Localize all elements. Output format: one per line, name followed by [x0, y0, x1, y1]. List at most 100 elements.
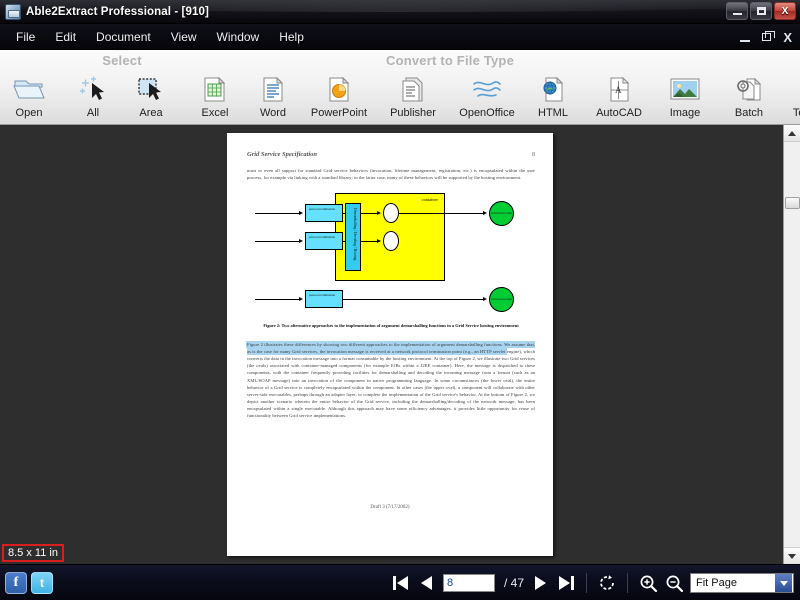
diagram-arrowhead: [299, 211, 303, 215]
menu-bar: File Edit Document View Window Help X: [0, 24, 800, 50]
toolbar-label-autocad: AutoCAD: [596, 107, 642, 119]
diagram-arrowhead: [299, 239, 303, 243]
toolbar-button-image[interactable]: Image: [656, 58, 714, 124]
toolbar-label-open: Open: [16, 107, 43, 119]
last-page-button[interactable]: [556, 573, 576, 593]
toolbar-group-tell-a-friend: Tell a friend: [784, 50, 800, 124]
scrollbar-track[interactable]: [784, 142, 800, 547]
toolbar-button-tell-a-friend[interactable]: Tell a friend: [784, 58, 800, 124]
document-canvas[interactable]: Grid Service Specification 8 must or eve…: [0, 125, 783, 564]
first-page-button[interactable]: [391, 573, 411, 593]
chevron-down-icon[interactable]: [775, 574, 792, 592]
page-header-title: Grid Service Specification: [247, 151, 317, 158]
diagram-protocol-box-2: protocol termination: [305, 232, 343, 250]
diagram-line: [399, 213, 483, 214]
mdi-restore-button[interactable]: [762, 33, 771, 41]
previous-page-button[interactable]: [417, 573, 437, 593]
diagram-protocol-box-3: protocol termination: [305, 290, 343, 308]
diagram-arrowhead: [299, 297, 303, 301]
scroll-down-button[interactable]: [784, 547, 800, 564]
toolbar-button-autocad[interactable]: A AutoCAD: [582, 58, 656, 124]
facebook-icon[interactable]: f: [5, 572, 27, 594]
toolbar-button-select-area[interactable]: Area: [122, 58, 180, 124]
menu-item-edit[interactable]: Edit: [45, 27, 86, 47]
toolbar-label-word: Word: [260, 107, 286, 119]
toolbar-label-select-area: Area: [139, 107, 162, 119]
diagram-protocol-box-1: protocol termination: [305, 204, 343, 222]
toolbar-label-openoffice: OpenOffice: [459, 107, 514, 119]
maximize-button[interactable]: [750, 2, 772, 20]
twitter-icon[interactable]: t: [31, 572, 53, 594]
toolbar-group-convert: Convert to File Type Excel: [186, 50, 714, 124]
minimize-button[interactable]: [726, 2, 748, 20]
diagram-line: [255, 241, 299, 242]
toolbar-label-html: HTML: [538, 107, 568, 119]
page-number-input[interactable]: [443, 574, 495, 592]
social-links: f t: [0, 572, 53, 594]
diagram-demarshal-label: Demarshalling / Decoding / Routing: [353, 208, 357, 260]
diagram-container-label: container: [422, 197, 438, 202]
toolbar-button-html[interactable]: HTML: [524, 58, 582, 124]
zoom-out-icon: [665, 574, 684, 593]
nav-separator: [627, 573, 628, 593]
select-all-icon: [76, 74, 110, 104]
page-footer: Draft 3 (7/17/2002): [227, 505, 553, 510]
diagram-demarshal-box: Demarshalling / Decoding / Routing: [345, 203, 361, 271]
last-page-icon: [571, 576, 574, 590]
publisher-icon: [396, 74, 430, 104]
scroll-up-button[interactable]: [784, 125, 800, 142]
scrollbar-thumb[interactable]: [785, 197, 800, 209]
vertical-scrollbar[interactable]: [783, 125, 800, 564]
toolbar-button-powerpoint[interactable]: PowerPoint: [302, 58, 376, 124]
next-page-button[interactable]: [530, 573, 550, 593]
menu-item-view[interactable]: View: [161, 27, 207, 47]
toolbar-button-openoffice[interactable]: OpenOffice: [450, 58, 524, 124]
window-title: Able2Extract Professional - [910]: [26, 6, 209, 18]
minimize-icon: [733, 13, 742, 15]
menu-item-help[interactable]: Help: [269, 27, 314, 47]
menu-item-window[interactable]: Window: [207, 27, 270, 47]
rotate-page-button[interactable]: [597, 573, 617, 593]
open-folder-icon: [12, 74, 46, 104]
toolbar-button-batch[interactable]: Batch: [720, 58, 778, 124]
toolbar-button-publisher[interactable]: Publisher: [376, 58, 450, 124]
page-body-rest: engine), which converts the data in the …: [247, 349, 535, 418]
zoom-in-icon: [639, 574, 658, 593]
powerpoint-icon: [322, 74, 356, 104]
toolbar-group-open: Open: [0, 50, 58, 124]
page-total-label: / 47: [504, 576, 524, 590]
figure-diagram: container protocol termination protocol …: [247, 191, 535, 319]
page-body-text: Figure 2 illustrates these differences b…: [247, 341, 535, 419]
diagram-grid-service-2: Grid service impl: [489, 287, 514, 312]
toolbar-button-open[interactable]: Open: [0, 58, 58, 124]
zoom-level-select[interactable]: Fit Page: [690, 573, 794, 593]
toolbar-button-excel[interactable]: Excel: [186, 58, 244, 124]
mdi-close-button[interactable]: X: [783, 31, 792, 44]
diagram-line: [255, 299, 299, 300]
toolbar-label-image: Image: [670, 107, 701, 119]
toolbar-button-word[interactable]: Word: [244, 58, 302, 124]
navigation-bar: f t / 47: [0, 564, 800, 600]
zoom-out-button[interactable]: [664, 573, 684, 593]
toolbar-label-batch: Batch: [735, 107, 763, 119]
toolbar-button-select-all[interactable]: All: [64, 58, 122, 124]
selected-text-highlight[interactable]: Figure 2 illustrates these differences b…: [247, 342, 535, 354]
toolbar-group-batch: Batch: [720, 50, 778, 124]
zoom-in-button[interactable]: [638, 573, 658, 593]
chevron-down-icon: [788, 554, 796, 559]
diagram-arrowhead: [483, 211, 487, 215]
window-controls: X: [726, 2, 796, 20]
first-page-icon: [393, 576, 396, 590]
diagram-arrowhead: [377, 239, 381, 243]
menu-item-file[interactable]: File: [6, 27, 45, 47]
toolbar-label-excel: Excel: [202, 107, 229, 119]
maximize-icon: [757, 7, 766, 15]
select-area-icon: [134, 74, 168, 104]
close-button[interactable]: X: [774, 2, 796, 20]
menu-item-document[interactable]: Document: [86, 27, 161, 47]
mdi-minimize-button[interactable]: [740, 40, 750, 42]
document-area: Grid Service Specification 8 must or eve…: [0, 125, 800, 564]
diagram-line: [343, 299, 483, 300]
pdf-page[interactable]: Grid Service Specification 8 must or eve…: [227, 133, 553, 556]
html-icon: [536, 74, 570, 104]
